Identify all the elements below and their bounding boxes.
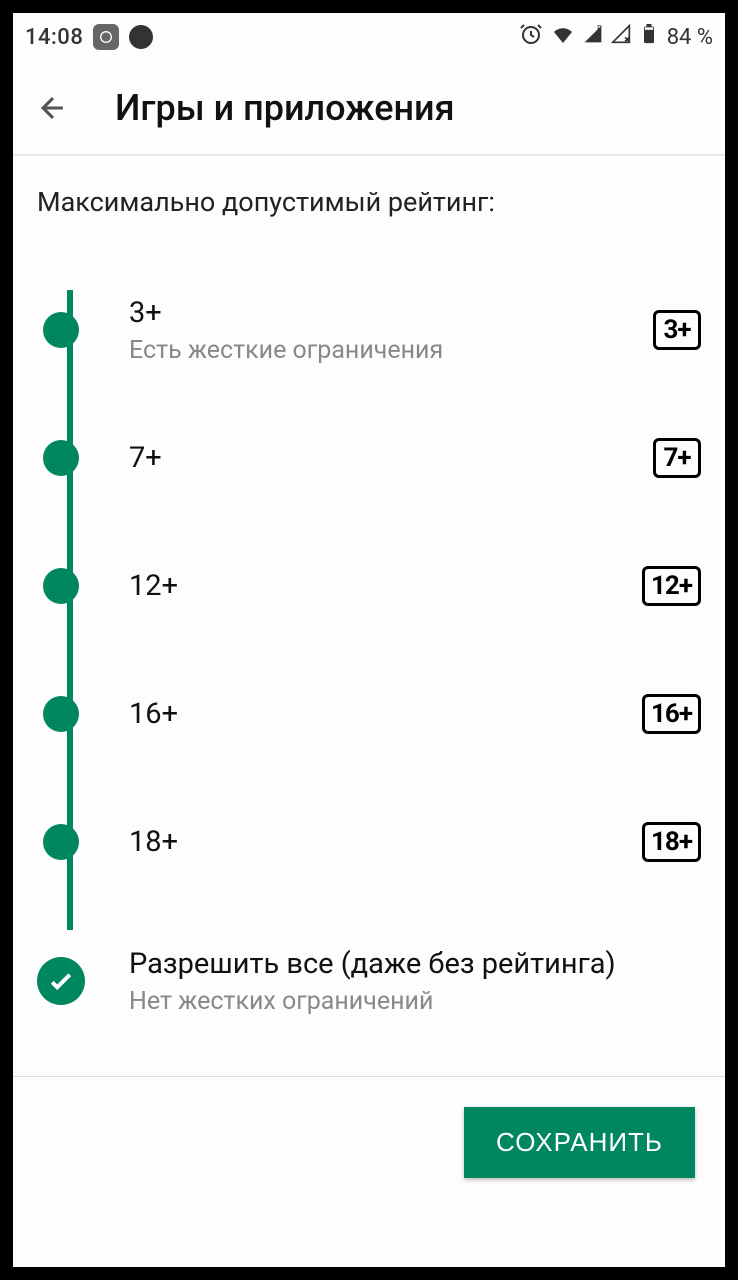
rating-option-12[interactable]: 12+ 12+ bbox=[43, 522, 701, 650]
rating-badge-icon: 12+ bbox=[642, 566, 701, 606]
arrow-left-icon bbox=[36, 91, 70, 125]
rating-text: 12+ bbox=[129, 568, 630, 604]
rating-node-icon bbox=[43, 312, 79, 348]
battery-icon bbox=[639, 24, 659, 50]
rating-label: 18+ bbox=[129, 824, 630, 860]
rating-sublabel: Есть жесткие ограничения bbox=[129, 336, 641, 365]
rating-label: 7+ bbox=[129, 440, 641, 476]
rating-option-3[interactable]: 3+ Есть жесткие ограничения 3+ bbox=[43, 266, 701, 394]
wifi-icon bbox=[551, 22, 575, 52]
rating-option-7[interactable]: 7+ 7+ bbox=[43, 394, 701, 522]
rating-node-selected-icon bbox=[37, 957, 85, 1005]
rating-badge-icon: 3+ bbox=[653, 310, 701, 350]
app-bar: Игры и приложения bbox=[13, 61, 725, 156]
signal-icon: R bbox=[583, 24, 603, 50]
rating-node-icon bbox=[43, 824, 79, 860]
rating-option-16[interactable]: 16+ 16+ bbox=[43, 650, 701, 778]
rating-sublabel: Нет жестких ограничений bbox=[129, 987, 701, 1016]
rating-option-all[interactable]: Разрешить все (даже без рейтинга) Нет же… bbox=[43, 906, 701, 1056]
rating-node-icon bbox=[43, 440, 79, 476]
rating-badge-icon: 7+ bbox=[653, 438, 701, 478]
save-button[interactable]: СОХРАНИТЬ bbox=[464, 1107, 695, 1178]
rating-label: 16+ bbox=[129, 696, 630, 732]
section-heading: Максимально допустимый рейтинг: bbox=[37, 186, 701, 218]
rating-node-icon bbox=[43, 696, 79, 732]
rating-text: 18+ bbox=[129, 824, 630, 860]
rating-text: 3+ Есть жесткие ограничения bbox=[129, 295, 641, 364]
screen: 14:08 R 84 % bbox=[13, 13, 725, 1267]
rating-node-icon bbox=[43, 568, 79, 604]
status-time: 14:08 bbox=[25, 25, 83, 50]
rating-label: Разрешить все (даже без рейтинга) bbox=[129, 946, 701, 982]
svg-text:R: R bbox=[597, 24, 602, 33]
rating-label: 3+ bbox=[129, 295, 641, 331]
rating-badge-icon: 16+ bbox=[642, 694, 701, 734]
rating-text: Разрешить все (даже без рейтинга) Нет же… bbox=[129, 946, 701, 1015]
status-bar: 14:08 R 84 % bbox=[13, 13, 725, 61]
status-right: R 84 % bbox=[519, 22, 713, 52]
page-title: Игры и приложения bbox=[115, 87, 455, 129]
rating-list: 3+ Есть жесткие ограничения 3+ 7+ 7+ bbox=[37, 266, 701, 1056]
rating-text: 7+ bbox=[129, 440, 641, 476]
rating-badge-icon: 18+ bbox=[642, 822, 701, 862]
action-bar: СОХРАНИТЬ bbox=[13, 1077, 725, 1178]
rating-label: 12+ bbox=[129, 568, 630, 604]
battery-percent: 84 % bbox=[667, 25, 713, 50]
signal-2-icon bbox=[611, 24, 631, 50]
mi-icon bbox=[93, 24, 119, 50]
check-icon bbox=[46, 966, 76, 996]
rating-option-18[interactable]: 18+ 18+ bbox=[43, 778, 701, 906]
back-button[interactable] bbox=[33, 88, 73, 128]
status-left: 14:08 bbox=[25, 24, 153, 50]
alarm-icon bbox=[519, 22, 543, 52]
rating-text: 16+ bbox=[129, 696, 630, 732]
alarm-dot-icon bbox=[129, 25, 153, 49]
content: Максимально допустимый рейтинг: 3+ Есть … bbox=[13, 156, 725, 1056]
